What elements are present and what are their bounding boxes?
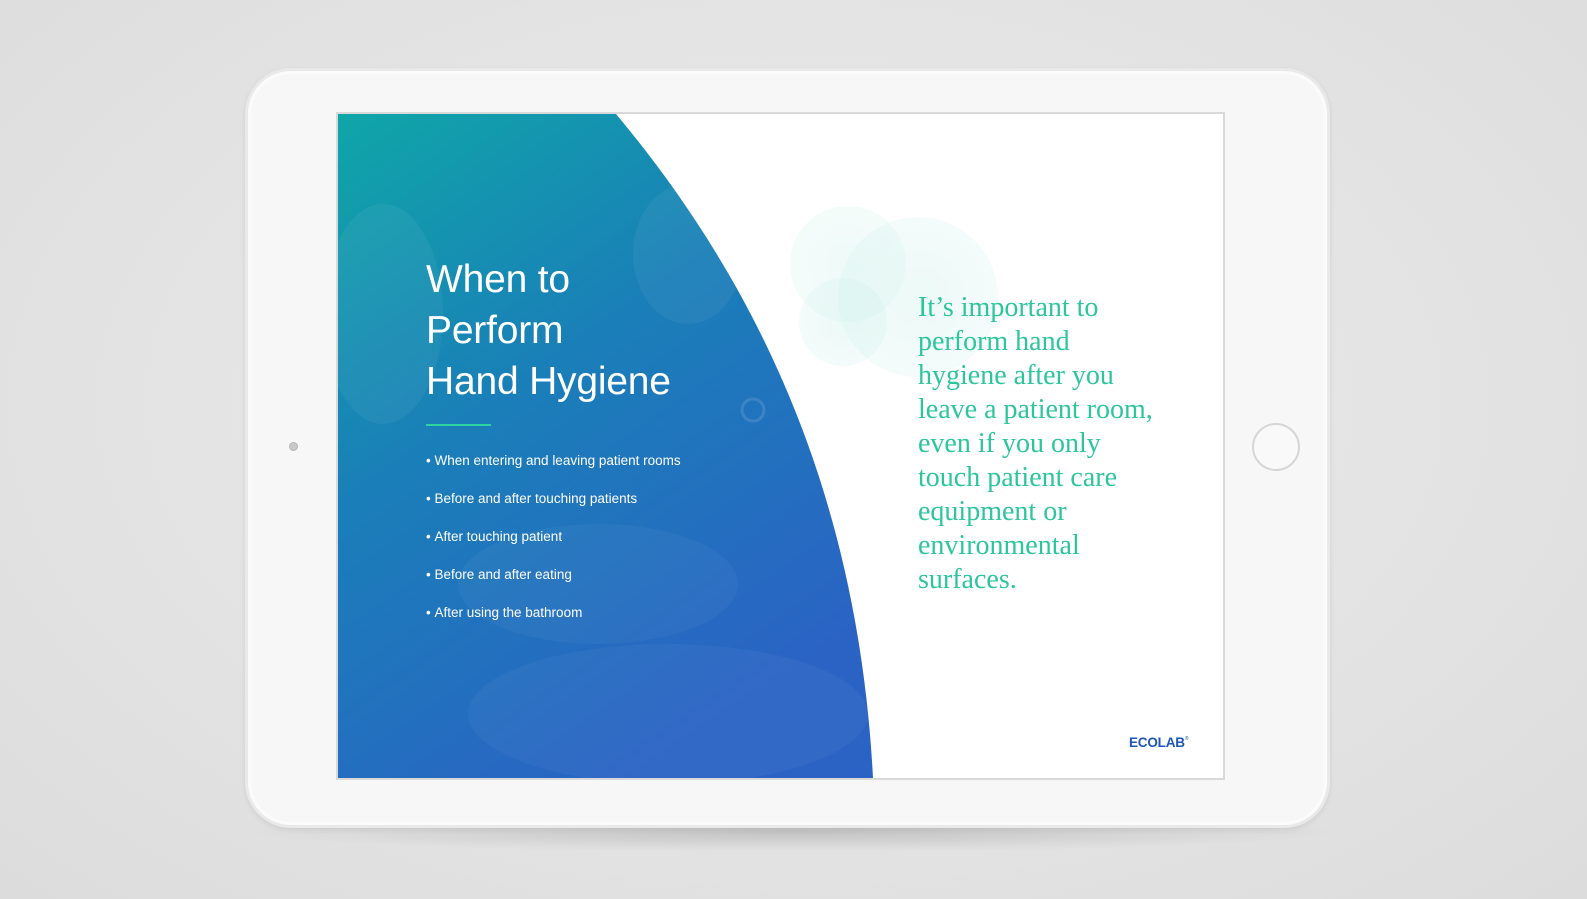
- quote-line: surfaces.: [918, 564, 1017, 595]
- list-item: Before and after eating: [426, 564, 681, 602]
- logo-text: ECOLAB: [1129, 735, 1185, 750]
- quote-line: equipment or: [918, 496, 1067, 527]
- registered-mark: ®: [1184, 736, 1189, 742]
- list-item: After using the bathroom: [426, 602, 681, 640]
- quote-line: environmental: [918, 530, 1080, 561]
- bullet-list: When entering and leaving patient rooms …: [426, 450, 681, 640]
- home-button[interactable]: [1252, 423, 1300, 471]
- quote-line: perform hand: [918, 326, 1070, 357]
- title-line: Hand Hygiene: [426, 360, 671, 403]
- list-item: After touching patient: [426, 526, 681, 564]
- quote-line: leave a patient room,: [918, 394, 1153, 425]
- camera-icon: [289, 442, 298, 451]
- ecolab-logo: ECOLAB®: [1129, 735, 1189, 750]
- accent-divider: [426, 424, 491, 426]
- quote-line: It’s important to: [918, 292, 1099, 323]
- quote-line: hygiene after you: [918, 360, 1114, 391]
- background: When to Perform Hand Hygiene When enteri…: [0, 0, 1587, 899]
- photo-silhouette: [468, 644, 868, 778]
- list-item: When entering and leaving patient rooms: [426, 450, 680, 488]
- title-line: Perform: [426, 309, 564, 352]
- quote-text: It’s important to perform hand hygiene a…: [918, 291, 1208, 597]
- list-item: Before and after touching patients: [426, 488, 681, 526]
- slide-title: When to Perform Hand Hygiene: [426, 254, 746, 407]
- quote-line: even if you only: [918, 428, 1101, 459]
- slide-screen: When to Perform Hand Hygiene When enteri…: [336, 112, 1225, 780]
- decorative-bubble: [799, 278, 887, 366]
- quote-line: touch patient care: [918, 462, 1118, 493]
- title-line: When to: [426, 258, 570, 301]
